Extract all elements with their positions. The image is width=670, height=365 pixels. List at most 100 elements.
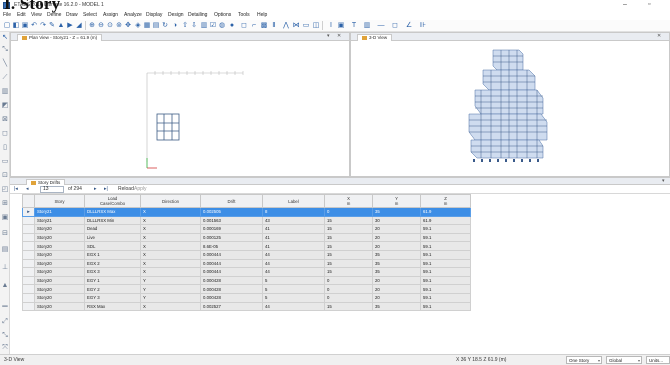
cell-y[interactable]: 20 [372, 275, 421, 286]
table-row[interactable]: Story20 Live X 0.000125 41 15 20 59.1 [22, 232, 471, 243]
cell-story[interactable]: Story20 [34, 292, 85, 303]
opening-icon[interactable]: ◫ [312, 22, 320, 30]
apply-button[interactable]: Apply [134, 186, 147, 192]
cell-drift[interactable]: 0.002505 [200, 207, 263, 217]
cell-label[interactable]: 41 [262, 232, 325, 243]
color-icon[interactable]: ● [228, 22, 236, 30]
frame-dropdown-icon[interactable]: ▥ [363, 22, 371, 30]
row-selector[interactable] [22, 241, 35, 251]
grid-icon[interactable]: ▥ [200, 22, 208, 30]
cell-z[interactable]: 59.1 [420, 224, 471, 234]
elevation-icon[interactable]: ▤ [152, 22, 160, 30]
pointer-icon[interactable]: ◢ [75, 22, 83, 30]
draw-line-icon[interactable]: ╲ [1, 60, 9, 68]
column-header-x[interactable]: Xm [324, 194, 373, 208]
cell-z[interactable]: 59.1 [420, 232, 471, 243]
cell-drift[interactable]: 0.000125 [200, 232, 263, 243]
cell-z[interactable]: 59.1 [420, 241, 471, 251]
cell-direction[interactable]: X [140, 215, 201, 226]
cell-x[interactable]: 15 [324, 258, 373, 269]
draw-slab-icon[interactable]: ⊠ [1, 116, 9, 124]
cell-y[interactable]: 30 [372, 215, 421, 226]
last-record-icon[interactable]: ▸| [104, 186, 108, 192]
cell-drift[interactable]: 0.002527 [200, 301, 263, 312]
load-dropdown-icon[interactable]: ⊪ [419, 22, 427, 30]
cell-load-case[interactable]: RSX Max [84, 301, 141, 312]
cell-label[interactable]: 44 [262, 267, 325, 277]
row-selector[interactable] [22, 292, 35, 303]
cell-drift[interactable]: 0.000428 [200, 292, 263, 303]
cell-load-case[interactable]: EGX 2 [84, 258, 141, 269]
draw-section-icon[interactable]: ◰ [1, 186, 9, 194]
cell-story[interactable]: Story21 [34, 215, 85, 226]
zoom-out-icon[interactable]: ⊖ [97, 22, 105, 30]
column-header-load-case[interactable]: Load Case/Combo [84, 194, 141, 208]
cell-z[interactable]: 59.1 [420, 275, 471, 286]
cell-drift[interactable]: 0.000444 [200, 258, 263, 269]
row-selector[interactable] [22, 301, 35, 312]
column-header-direction[interactable]: Direction [140, 194, 201, 208]
column-header-y[interactable]: Ym [372, 194, 421, 208]
table-row[interactable]: Story20 EGX 3 X 0.000444 44 15 35 59.1 [22, 267, 471, 277]
select-object-icon[interactable]: I [327, 22, 335, 30]
table-row[interactable]: ► Story21 DLLLRSX Max X 0.002505 8 0 35 61.9 [22, 207, 471, 217]
cell-load-case[interactable]: EGY 1 [84, 275, 141, 286]
table-row[interactable]: Story21 DLLLRSX Min X 0.001563 43 15 30 61.9 [22, 215, 471, 226]
menu-help[interactable]: Help [257, 12, 267, 18]
angle-dropdown-icon[interactable]: ∠ [405, 22, 413, 30]
cell-label[interactable]: 44 [262, 249, 325, 260]
cell-y[interactable]: 20 [372, 284, 421, 294]
cell-story[interactable]: Story20 [34, 241, 85, 251]
cell-y[interactable]: 35 [372, 267, 421, 277]
3d-model-canvas[interactable] [351, 42, 669, 177]
cell-y[interactable]: 35 [372, 207, 421, 217]
draw-area-icon[interactable]: ◩ [1, 102, 9, 110]
cell-load-case[interactable]: EGX 3 [84, 267, 141, 277]
3d-view-tab[interactable]: 3-D View [357, 34, 393, 41]
cell-z[interactable]: 61.9 [420, 207, 471, 217]
check-icon[interactable]: ☑ [209, 22, 217, 30]
menu-assign[interactable]: Assign [103, 12, 118, 18]
wall-icon[interactable]: ▩ [260, 22, 268, 30]
cell-x[interactable]: 15 [324, 224, 373, 234]
draw-ref-icon[interactable]: ⊟ [1, 230, 9, 238]
first-record-icon[interactable]: |◂ [14, 186, 18, 192]
cell-story[interactable]: Story20 [34, 258, 85, 269]
draw-sec-cut-icon[interactable]: ▁ [1, 300, 9, 308]
run-icon[interactable]: ▶ [66, 22, 74, 30]
cell-label[interactable]: 41 [262, 224, 325, 234]
next-record-icon[interactable]: ▸ [94, 186, 97, 192]
rotate-icon[interactable]: ↻ [161, 22, 169, 30]
row-selector[interactable] [22, 224, 35, 234]
cell-drift[interactable]: 0.000428 [200, 275, 263, 286]
cell-story[interactable]: Story20 [34, 224, 85, 234]
cell-drift[interactable]: 0.000169 [200, 224, 263, 234]
cell-load-case[interactable]: Dead [84, 224, 141, 234]
record-number-input[interactable]: 13 [40, 186, 64, 193]
table-row[interactable]: Story20 EGY 3 Y 0.000428 5 0 20 59.1 [22, 292, 471, 303]
cell-x[interactable]: 15 [324, 232, 373, 243]
cell-z[interactable]: 61.9 [420, 215, 471, 226]
slab-icon[interactable]: ▭ [302, 22, 310, 30]
pan-icon[interactable]: ✥ [124, 22, 132, 30]
drifts-menu-icon[interactable]: ▾ [662, 178, 665, 184]
draw-brace-icon[interactable]: ▯ [1, 144, 9, 152]
table-row[interactable]: Story20 RSX Max X 0.002527 44 15 35 59.1 [22, 301, 471, 312]
cell-drift[interactable]: 0.000428 [200, 284, 263, 294]
move-down-icon[interactable]: ⇩ [190, 22, 198, 30]
draw-design-strip-icon[interactable]: ▲ [1, 282, 9, 290]
table-row[interactable]: Story20 EGX 1 X 0.000444 44 15 35 59.1 [22, 249, 471, 260]
undo-icon[interactable]: ↶ [30, 22, 38, 30]
plan-view-pane[interactable]: Plan View - Story21 - Z = 61.9 (m) ▾ ✕ [10, 32, 350, 177]
plan-view-close-icon[interactable]: ✕ [337, 33, 341, 39]
cell-load-case[interactable]: DLLLRSX Max [84, 207, 141, 217]
save-icon[interactable]: ▣ [21, 22, 29, 30]
row-selector[interactable] [22, 249, 35, 260]
menu-design[interactable]: Design [168, 12, 184, 18]
cell-label[interactable]: 44 [262, 258, 325, 269]
move-up-icon[interactable]: ⇧ [181, 22, 189, 30]
cell-story[interactable]: Story20 [34, 249, 85, 260]
plan-view-tab[interactable]: Plan View - Story21 - Z = 61.9 (m) [17, 34, 103, 41]
cell-z[interactable]: 59.1 [420, 249, 471, 260]
open-icon[interactable]: ◧ [12, 22, 20, 30]
